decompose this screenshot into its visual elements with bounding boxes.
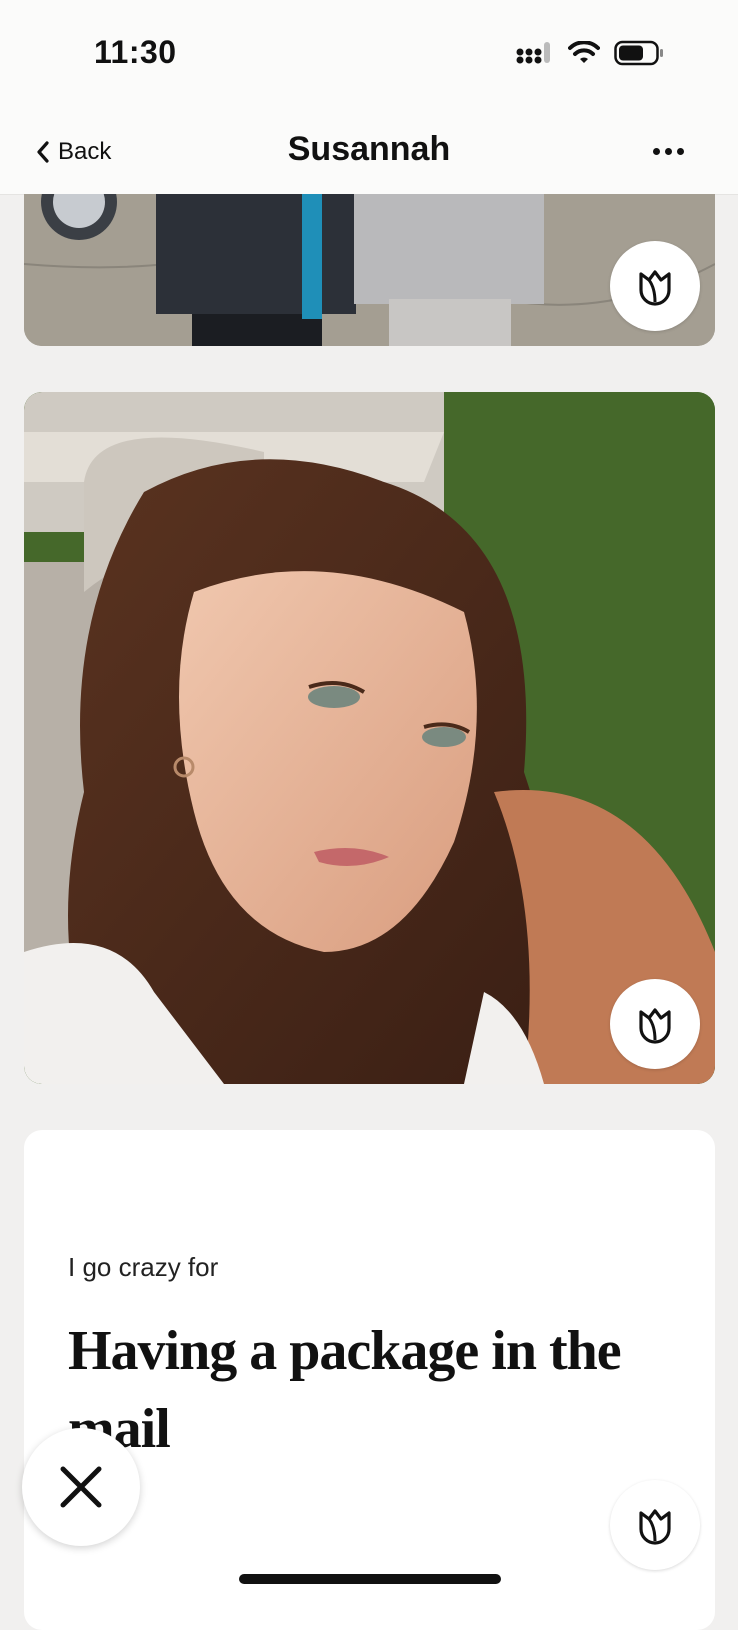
nav-bar: Back Susannah <box>0 110 738 195</box>
more-icon-dot <box>652 147 660 155</box>
rose-icon <box>639 1509 671 1545</box>
profile-photo-2[interactable] <box>24 392 715 1084</box>
status-icons <box>516 38 664 68</box>
rose-icon <box>639 1008 671 1044</box>
wifi-icon <box>568 41 600 63</box>
photo-1-image <box>24 194 715 346</box>
battery-icon <box>614 40 663 66</box>
prompt-answer: Having a package in the mail <box>68 1320 622 1460</box>
like-photo-2-button[interactable] <box>610 979 700 1069</box>
like-photo-1-button[interactable] <box>610 241 700 331</box>
photo-2-image <box>24 392 715 1084</box>
prompt-card[interactable]: I go crazy for Having a package in the m… <box>24 1130 715 1630</box>
more-button[interactable] <box>648 136 688 166</box>
more-icon-dot <box>676 147 684 155</box>
like-prompt-button[interactable] <box>610 1480 700 1570</box>
profile-photo-1[interactable] <box>24 194 715 346</box>
page-title: Susannah <box>287 130 451 168</box>
home-indicator <box>239 1574 501 1584</box>
close-icon <box>60 1466 102 1508</box>
signal-icon <box>516 42 550 64</box>
more-icon-dot <box>664 147 672 155</box>
rose-icon <box>639 270 671 306</box>
prompt-question: I go crazy for <box>68 1252 219 1282</box>
status-bar: 11:30 <box>0 0 738 110</box>
status-time: 11:30 <box>94 34 177 70</box>
dismiss-button[interactable] <box>22 1428 140 1546</box>
